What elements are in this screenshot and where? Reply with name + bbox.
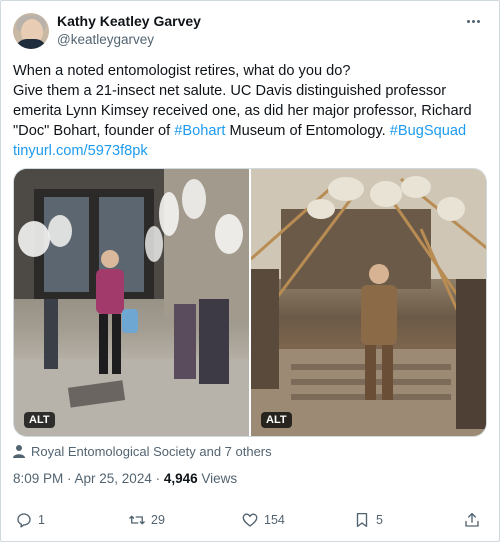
- repost-button[interactable]: 29: [128, 508, 165, 532]
- tweet-card: Kathy Keatley Garvey @keatleygarvey When…: [0, 0, 500, 542]
- photo-left-scene: [14, 169, 249, 436]
- views-count: 4,946: [163, 471, 198, 486]
- bookmark-button[interactable]: 5: [353, 508, 383, 532]
- like-icon: [242, 513, 258, 527]
- repost-icon: [129, 515, 145, 525]
- repost-count: 29: [151, 513, 165, 527]
- author-name[interactable]: Kathy Keatley Garvey: [57, 13, 201, 29]
- tweet-line-text: "Doc" Bohart, founder of: [13, 123, 175, 139]
- bookmark-count: 5: [376, 513, 383, 527]
- tweet-line: "Doc" Bohart, founder of #Bohart Museum …: [13, 121, 491, 141]
- share-icon: [465, 512, 479, 527]
- share-button[interactable]: [463, 508, 481, 532]
- like-button[interactable]: 154: [241, 508, 285, 532]
- timestamp[interactable]: 8:09 PM · Apr 25, 2024 ·: [13, 471, 164, 486]
- more-icon[interactable]: [461, 11, 485, 31]
- like-count: 154: [264, 513, 285, 527]
- photo-right[interactable]: ALT: [251, 169, 486, 436]
- bookmark-icon: [356, 512, 368, 528]
- tweet-line: When a noted entomologist retires, what …: [13, 63, 351, 79]
- reply-count: 1: [38, 513, 45, 527]
- media-grid: ALT ALT: [13, 168, 487, 437]
- alt-badge-left[interactable]: ALT: [24, 412, 55, 428]
- reply-icon: [17, 513, 31, 528]
- tweet-line: Give them a 21-insect net salute. UC Dav…: [13, 83, 447, 99]
- hashtag-bugsquad[interactable]: #BugSquad: [390, 123, 466, 139]
- person-icon: [13, 445, 25, 458]
- photo-left[interactable]: ALT: [14, 169, 249, 436]
- liked-by-row[interactable]: Royal Entomological Society and 7 others: [13, 442, 272, 460]
- tweet-url-link[interactable]: tinyurl.com/5973f8pk: [13, 143, 148, 159]
- avatar[interactable]: [13, 13, 49, 49]
- tweet-line-text: Museum of Entomology.: [225, 123, 390, 139]
- action-bar: 1 29 154 5: [13, 508, 489, 532]
- tweet-line: emerita Lynn Kimsey received one, as did…: [13, 103, 472, 119]
- tweet-line: tinyurl.com/5973f8pk: [13, 141, 491, 161]
- reply-button[interactable]: 1: [15, 508, 45, 532]
- tweet-text: When a noted entomologist retires, what …: [13, 61, 491, 161]
- hashtag-bohart[interactable]: #Bohart: [174, 123, 225, 139]
- liked-by-text: Royal Entomological Society and 7 others: [31, 443, 272, 459]
- alt-badge-right[interactable]: ALT: [261, 412, 292, 428]
- tweet-meta: 8:09 PM · Apr 25, 2024 · 4,946 Views: [13, 471, 237, 486]
- photo-right-scene: [251, 169, 486, 436]
- author-handle[interactable]: @keatleygarvey: [57, 32, 154, 47]
- views-label: Views: [197, 471, 238, 486]
